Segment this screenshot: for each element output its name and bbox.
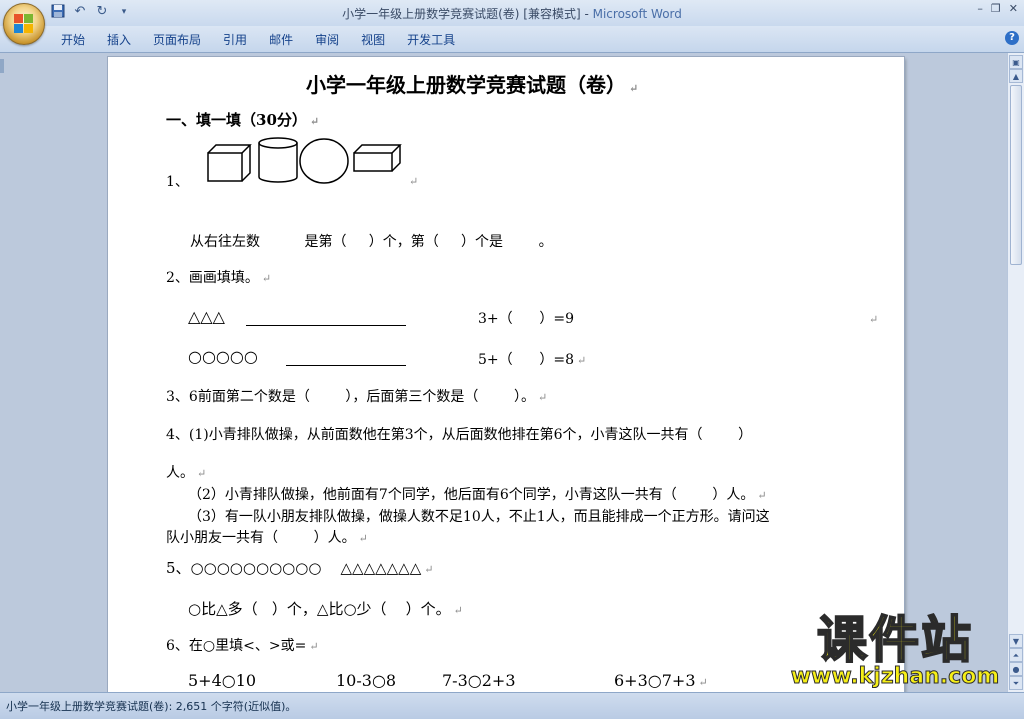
help-icon[interactable]: ?	[1005, 31, 1019, 45]
office-logo-icon	[14, 14, 34, 34]
document-workarea: 小学一年级上册数学竞赛试题（卷） ↵ 一、填一填（30分） ↵ 1、 ↵ 从右往…	[0, 53, 1008, 692]
question-6-item: 7-3○2+3	[442, 671, 516, 690]
tab-developer[interactable]: 开发工具	[396, 31, 466, 48]
tab-mailings[interactable]: 邮件	[258, 31, 304, 48]
question-6-heading: 6、在○里填<、>或= ↵	[166, 638, 319, 654]
question-6-item: 5+4○10	[188, 671, 257, 690]
question-2a-shapes: △△△	[188, 307, 225, 326]
previous-page-icon[interactable]: ⏶	[1009, 648, 1023, 662]
tab-insert[interactable]: 插入	[96, 31, 142, 48]
question-4-2: （2）小青排队做操，他前面有7个同学，他后面有6个同学，小青这队一共有（ ）人。…	[188, 487, 767, 503]
question-4-3-line2: 队小朋友一共有（ ）人。 ↵	[166, 530, 368, 546]
window-title: 小学一年级上册数学竞赛试题(卷) [兼容模式] - Microsoft Word	[0, 5, 1024, 22]
question-1-text: 从右往左数 是第（ ）个，第（ ）个是 。	[190, 234, 553, 250]
status-text: 小学一年级上册数学竞赛试题(卷): 2,651 个字符(近似值)。	[6, 700, 297, 713]
doc-title: 小学一年级上册数学竞赛试题（卷） ↵	[306, 73, 639, 97]
restore-button[interactable]: ❐	[991, 2, 1001, 15]
cylinder-icon	[258, 137, 298, 183]
cuboid-icon	[353, 144, 402, 172]
question-2b-shapes: ○○○○○	[188, 347, 258, 366]
question-6-item: 10-3○8	[336, 671, 397, 690]
scroll-thumb[interactable]	[1010, 85, 1022, 265]
paragraph-mark: ↵	[869, 313, 879, 326]
sphere-icon	[299, 138, 349, 184]
question-2-heading: 2、画画填填。 ↵	[166, 270, 272, 286]
window-controls: – ❐ ✕	[977, 2, 1018, 15]
question-5-shapes: 5、○○○○○○○○○○ △△△△△△△ ↵	[166, 559, 434, 577]
question-1-number: 1、	[166, 174, 189, 190]
scroll-down-icon[interactable]: ▼	[1009, 634, 1023, 648]
scroll-up-icon[interactable]: ▲	[1009, 69, 1023, 83]
answer-line	[286, 365, 406, 366]
tab-references[interactable]: 引用	[212, 31, 258, 48]
select-browse-object-icon[interactable]: ●	[1009, 662, 1023, 676]
question-4-1-line1: 4、(1)小青排队做操，从前面数他在第3个，从后面数他排在第6个，小青这队一共有…	[166, 427, 753, 443]
tab-home[interactable]: 开始	[50, 31, 96, 48]
minimize-button[interactable]: –	[977, 2, 983, 15]
tab-view[interactable]: 视图	[350, 31, 396, 48]
ribbon: 开始 插入 页面布局 引用 邮件 审阅 视图 开发工具 ?	[0, 26, 1024, 53]
app-name-label: Microsoft Word	[592, 7, 682, 21]
question-4-1-line2: 人。 ↵	[166, 465, 207, 481]
ruler-toggle-icon[interactable]: ▣	[1009, 55, 1023, 69]
paragraph-mark: ↵	[409, 175, 419, 188]
question-4-3-line1: （3）有一队小朋友排队做操，做操人数不足10人，不止1人，而且能排成一个正方形。…	[188, 509, 770, 525]
ribbon-tabs: 开始 插入 页面布局 引用 邮件 审阅 视图 开发工具	[50, 31, 466, 48]
shapes-figure	[207, 137, 402, 184]
next-page-icon[interactable]: ⏷	[1009, 676, 1023, 690]
question-2a-equation: 3+（ ）=9	[478, 311, 574, 327]
document-title-label: 小学一年级上册数学竞赛试题(卷) [兼容模式] -	[342, 7, 593, 21]
tab-page-layout[interactable]: 页面布局	[142, 31, 212, 48]
vertical-scrollbar[interactable]: ▣ ▲ ▼ ⏶ ● ⏷	[1007, 53, 1024, 692]
answer-line	[246, 325, 406, 326]
close-button[interactable]: ✕	[1009, 2, 1018, 15]
ruler-marker	[0, 59, 4, 73]
question-5-text: ○比△多（ ）个，△比○少（ ）个。 ↵	[188, 600, 463, 618]
section-heading: 一、填一填（30分） ↵	[166, 111, 320, 129]
question-3: 3、6前面第二个数是（ ），后面第三个数是（ ）。 ↵	[166, 389, 548, 405]
title-bar: ↶ ↻ ▾ 小学一年级上册数学竞赛试题(卷) [兼容模式] - Microsof…	[0, 0, 1024, 26]
tab-review[interactable]: 审阅	[304, 31, 350, 48]
office-button[interactable]	[3, 3, 45, 45]
question-6-item: 6+3○7+3 ↵	[614, 671, 708, 690]
document-page[interactable]: 小学一年级上册数学竞赛试题（卷） ↵ 一、填一填（30分） ↵ 1、 ↵ 从右往…	[108, 57, 904, 692]
cube-icon	[207, 144, 252, 182]
question-2b-equation: 5+（ ）=8 ↵	[478, 352, 587, 368]
status-bar: 小学一年级上册数学竞赛试题(卷): 2,651 个字符(近似值)。	[0, 692, 1024, 719]
